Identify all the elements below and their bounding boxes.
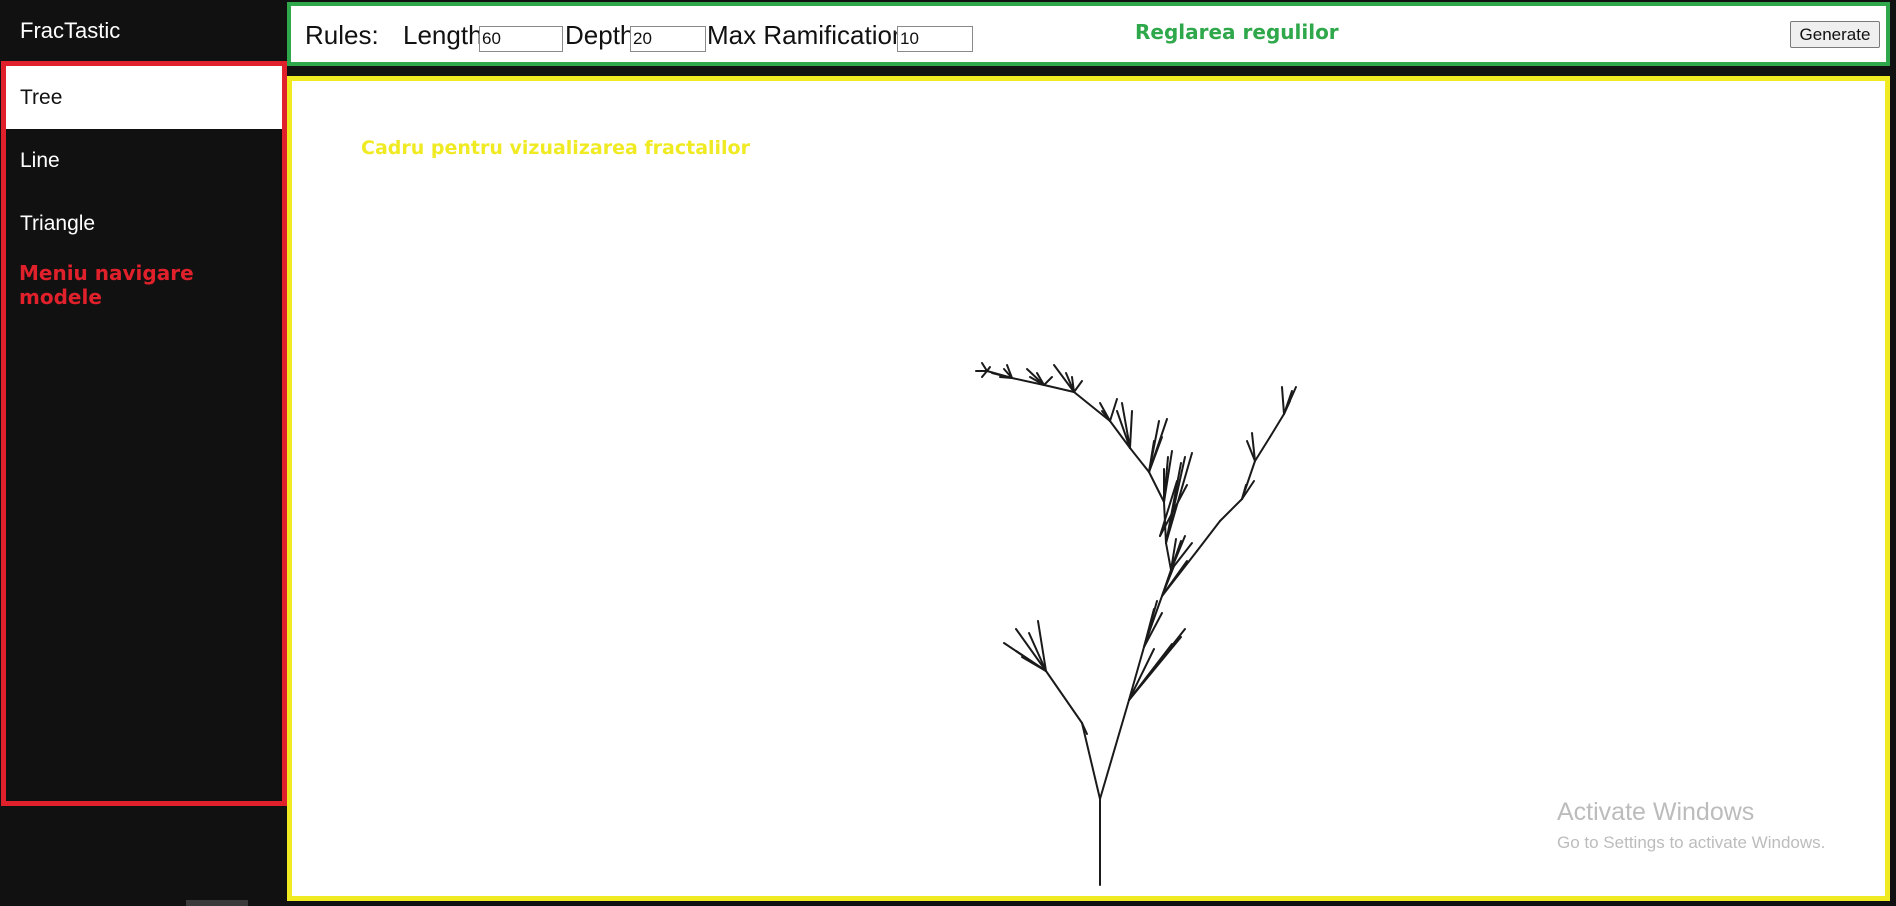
fractal-canvas[interactable] xyxy=(292,81,1885,896)
generate-button[interactable]: Generate xyxy=(1790,21,1880,48)
tree-branch xyxy=(1148,471,1165,503)
rules-title: Rules: xyxy=(305,20,379,50)
fractal-tree xyxy=(975,362,1297,886)
tree-branch xyxy=(981,362,988,372)
tree-branch xyxy=(1128,643,1173,701)
tree-branch xyxy=(1045,670,1083,724)
length-label: Length xyxy=(403,20,483,50)
tree-branch xyxy=(1196,520,1221,552)
tree-branch xyxy=(1099,699,1130,800)
tree-branch xyxy=(1109,398,1118,422)
nav-item-line[interactable]: Line xyxy=(6,129,282,192)
tree-branch xyxy=(1219,498,1243,522)
tree-branch xyxy=(1254,436,1271,462)
fractal-canvas-frame: Cadru pentru vizualizarea fractalilor Ac… xyxy=(287,76,1890,901)
tree-branch xyxy=(1269,413,1285,438)
tree-branch xyxy=(1281,386,1285,415)
tree-branch xyxy=(1129,410,1133,449)
nav-item-tree[interactable]: Tree xyxy=(6,66,282,129)
rules-bar: Rules: Length Depth Max Ramification Reg… xyxy=(287,2,1890,66)
max-ramification-label: Max Ramification xyxy=(707,20,907,50)
depth-input[interactable] xyxy=(630,26,706,52)
length-input[interactable] xyxy=(479,26,563,52)
nav-annotation: Meniu navigare modele xyxy=(19,261,194,309)
rules-annotation: Reglarea regulilor xyxy=(1135,20,1339,44)
tree-branch xyxy=(1073,380,1083,393)
activation-watermark-subtitle: Go to Settings to activate Windows. xyxy=(1557,833,1826,852)
tree-branch xyxy=(1073,391,1111,422)
sidebar: FracTastic Tree Line Triangle Meniu navi… xyxy=(0,0,287,906)
app-title: FracTastic xyxy=(20,18,121,43)
nav-item-triangle[interactable]: Triangle xyxy=(6,192,282,255)
depth-label: Depth xyxy=(565,20,635,50)
tree-branch xyxy=(986,366,991,372)
tree-branch xyxy=(1129,447,1150,473)
activation-watermark-title: Activate Windows xyxy=(1557,798,1755,826)
tree-branch xyxy=(1081,722,1101,800)
tree-branch xyxy=(1165,542,1172,571)
model-nav-menu: Tree Line Triangle Meniu navigare modele xyxy=(1,61,287,806)
max-ramification-input[interactable] xyxy=(897,26,973,52)
tree-branch xyxy=(1043,376,1053,386)
taskbar-tab xyxy=(186,900,248,906)
